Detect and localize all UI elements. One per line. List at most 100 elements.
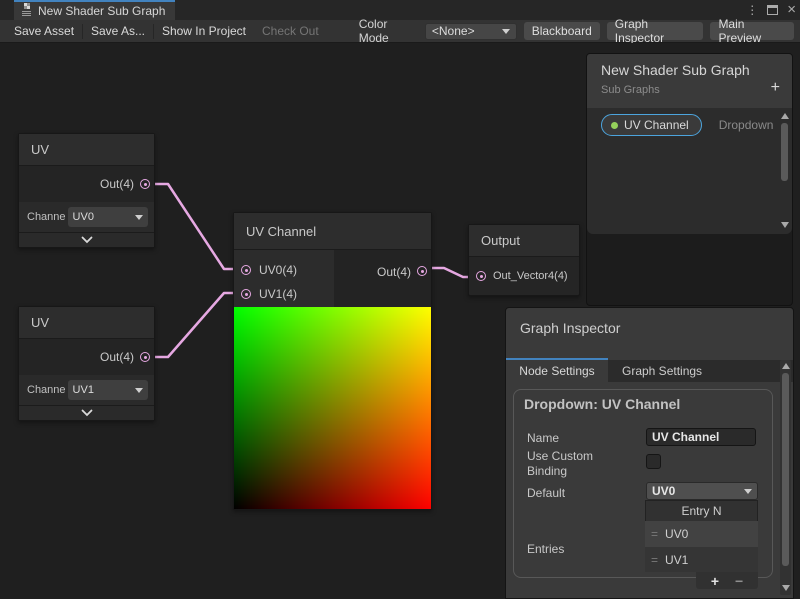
scroll-down-icon[interactable] bbox=[782, 585, 790, 591]
scroll-down-icon[interactable] bbox=[781, 222, 789, 228]
tab-node-settings[interactable]: Node Settings bbox=[506, 360, 608, 382]
wire-uv1-to-uvchannel[interactable] bbox=[146, 293, 242, 357]
entry-row-uv1[interactable]: = UV1 bbox=[645, 547, 758, 572]
node-uv-b[interactable]: UV Out(4) Channe UV1 bbox=[18, 306, 155, 421]
blackboard-panel: New Shader Sub Graph Sub Graphs + UV Cha… bbox=[586, 53, 793, 306]
shader-graph-icon bbox=[20, 3, 33, 19]
color-mode-dropdown[interactable]: <None> bbox=[425, 23, 517, 40]
inspector-scrollbar[interactable] bbox=[780, 360, 791, 595]
toolbar: Save Asset Save As... Show In Project Ch… bbox=[0, 20, 800, 43]
entries-label: Entries bbox=[527, 542, 564, 556]
property-type: Dropdown bbox=[719, 118, 774, 132]
inspector-tabs: Node Settings Graph Settings bbox=[506, 358, 793, 382]
port-label-out: Out(4) bbox=[100, 177, 134, 191]
node-title[interactable]: UV bbox=[19, 134, 154, 166]
port-label-out-vector4: Out_Vector4(4) bbox=[493, 270, 568, 282]
drag-handle-icon[interactable]: = bbox=[651, 527, 657, 541]
channel-label: Channe bbox=[27, 211, 66, 223]
collapse-preview-button[interactable] bbox=[19, 405, 154, 420]
shader-graph-window: New Shader Sub Graph ⋮ × Save Asset Save… bbox=[0, 0, 800, 599]
drag-handle-icon[interactable]: = bbox=[651, 553, 657, 567]
close-icon[interactable]: × bbox=[787, 5, 796, 15]
uv-preview-gradient bbox=[234, 307, 431, 509]
graph-canvas[interactable]: UV Out(4) Channe UV0 UV Out(4) bbox=[0, 43, 800, 599]
blackboard-header[interactable]: New Shader Sub Graph Sub Graphs + bbox=[587, 54, 792, 108]
graph-inspector-toggle-button[interactable]: Graph Inspector bbox=[607, 22, 704, 40]
dropdown-arrow-icon bbox=[135, 388, 143, 393]
check-out-button: Check Out bbox=[254, 24, 327, 38]
port-label-uv1: UV1(4) bbox=[259, 287, 297, 301]
node-title[interactable]: UV Channel bbox=[234, 213, 431, 250]
tab-title: New Shader Sub Graph bbox=[38, 4, 165, 18]
default-value: UV0 bbox=[652, 484, 675, 498]
tab-graph-settings[interactable]: Graph Settings bbox=[608, 360, 793, 382]
color-mode-label: Color Mode bbox=[359, 17, 425, 45]
input-port-uv1[interactable] bbox=[241, 289, 251, 299]
section-title: Dropdown: UV Channel bbox=[524, 396, 680, 412]
blackboard-subtitle: Sub Graphs bbox=[601, 84, 778, 96]
node-title[interactable]: UV bbox=[19, 307, 154, 339]
blackboard-scrollbar[interactable] bbox=[779, 110, 790, 232]
name-label: Name bbox=[527, 431, 559, 445]
entries-footer: + − bbox=[696, 572, 758, 589]
default-label: Default bbox=[527, 486, 565, 500]
entry-value: UV0 bbox=[665, 527, 688, 541]
property-pill-uv-channel[interactable]: UV Channel bbox=[601, 114, 702, 136]
port-label-out: Out(4) bbox=[100, 350, 134, 364]
exposed-dot-icon bbox=[611, 122, 618, 129]
chevron-down-icon bbox=[81, 409, 93, 417]
save-asset-button[interactable]: Save Asset bbox=[6, 24, 82, 38]
node-output[interactable]: Output Out_Vector4(4) bbox=[468, 224, 580, 296]
dropdown-arrow-icon bbox=[135, 215, 143, 220]
save-as-button[interactable]: Save As... bbox=[83, 24, 153, 38]
channel-label: Channe bbox=[27, 384, 66, 396]
maximize-icon[interactable] bbox=[767, 5, 778, 15]
blackboard-title: New Shader Sub Graph bbox=[601, 62, 778, 78]
entry-value: UV1 bbox=[665, 553, 688, 567]
output-port[interactable] bbox=[417, 266, 427, 276]
entries-list: Entry N = UV0 = UV1 + − bbox=[645, 500, 758, 589]
name-input[interactable]: UV Channel bbox=[646, 428, 756, 446]
chevron-down-icon bbox=[81, 236, 93, 244]
add-property-button[interactable]: + bbox=[771, 80, 780, 96]
dropdown-arrow-icon bbox=[502, 29, 510, 34]
use-custom-binding-checkbox[interactable] bbox=[646, 454, 661, 469]
input-port-out-vector4[interactable] bbox=[476, 271, 486, 281]
scroll-up-icon[interactable] bbox=[781, 113, 789, 119]
port-label-out: Out(4) bbox=[377, 265, 411, 279]
scrollbar-thumb[interactable] bbox=[782, 373, 789, 566]
main-preview-toggle-button[interactable]: Main Preview bbox=[710, 22, 794, 40]
entry-row-uv0[interactable]: = UV0 bbox=[645, 521, 758, 547]
channel-value: UV0 bbox=[73, 211, 94, 223]
property-name: UV Channel bbox=[624, 118, 689, 132]
tab-new-shader-sub-graph[interactable]: New Shader Sub Graph bbox=[14, 0, 175, 20]
kebab-menu-icon[interactable]: ⋮ bbox=[746, 3, 758, 17]
dropdown-settings-section: Dropdown: UV Channel Name UV Channel Use… bbox=[513, 389, 773, 578]
blackboard-content: UV Channel Dropdown bbox=[587, 108, 792, 234]
node-uv-a[interactable]: UV Out(4) Channe UV0 bbox=[18, 133, 155, 248]
input-port-uv0[interactable] bbox=[241, 265, 251, 275]
output-port[interactable] bbox=[140, 352, 150, 362]
inspector-content: Dropdown: UV Channel Name UV Channel Use… bbox=[506, 382, 793, 598]
graph-inspector-panel: Graph Inspector Node Settings Graph Sett… bbox=[505, 307, 794, 599]
add-entry-button[interactable]: + bbox=[711, 574, 719, 588]
dropdown-arrow-icon bbox=[744, 489, 752, 494]
blackboard-toggle-button[interactable]: Blackboard bbox=[524, 22, 600, 40]
channel-dropdown[interactable]: UV1 bbox=[68, 380, 148, 400]
collapse-preview-button[interactable] bbox=[19, 232, 154, 247]
default-dropdown[interactable]: UV0 bbox=[646, 482, 758, 500]
channel-dropdown[interactable]: UV0 bbox=[68, 207, 148, 227]
scroll-up-icon[interactable] bbox=[782, 363, 790, 369]
remove-entry-button[interactable]: − bbox=[735, 574, 743, 588]
color-mode-value: <None> bbox=[432, 24, 475, 38]
show-in-project-button[interactable]: Show In Project bbox=[154, 24, 254, 38]
output-port[interactable] bbox=[140, 179, 150, 189]
node-uv-channel[interactable]: UV Channel UV0(4) UV1(4) Out(4) bbox=[233, 212, 432, 510]
wire-uv0-to-uvchannel[interactable] bbox=[146, 184, 242, 269]
entries-header: Entry N bbox=[645, 500, 758, 521]
port-label-uv0: UV0(4) bbox=[259, 263, 297, 277]
blackboard-item-uv-channel[interactable]: UV Channel Dropdown bbox=[601, 114, 773, 136]
inspector-title[interactable]: Graph Inspector bbox=[506, 308, 793, 358]
node-title[interactable]: Output bbox=[469, 225, 579, 257]
scrollbar-thumb[interactable] bbox=[781, 123, 788, 181]
